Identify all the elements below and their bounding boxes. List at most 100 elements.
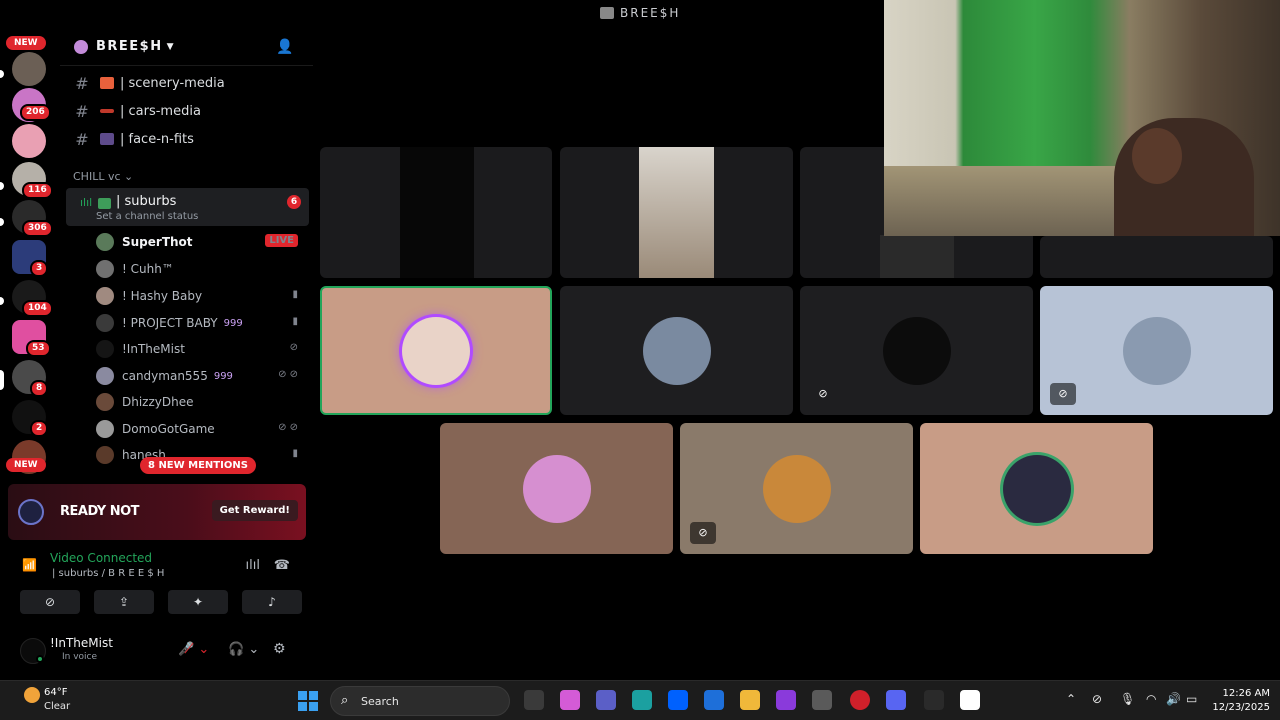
edge-icon[interactable] <box>632 690 652 710</box>
video-tile-speaking[interactable] <box>320 286 552 415</box>
voice-user[interactable]: candyman555 999 ⊘ ⊘ <box>96 366 306 386</box>
battery-icon[interactable]: ▭ <box>1186 692 1197 706</box>
voice-user[interactable]: ! PROJECT BABY 999 ▮ <box>96 313 306 333</box>
voice-channel-name: | suburbs <box>116 194 177 209</box>
new-badge-bottom[interactable]: NEW <box>6 458 46 472</box>
game-icon <box>18 499 44 525</box>
person-head <box>1132 128 1182 184</box>
voice-user-name: ! Hashy Baby <box>122 289 203 303</box>
weather-icon[interactable] <box>24 687 40 703</box>
mic-muted-icon[interactable]: 🎤̸ ⌄ <box>178 642 209 657</box>
voice-user[interactable]: ! Hashy Baby ▮ <box>96 286 306 306</box>
avatar <box>1002 454 1071 523</box>
voice-status[interactable]: Video Connected <box>50 551 152 565</box>
add-member-icon[interactable]: 👤 <box>276 39 295 55</box>
capcut-icon[interactable] <box>960 690 980 710</box>
video-tile[interactable] <box>560 147 793 278</box>
server-icon[interactable] <box>12 124 46 158</box>
start-button[interactable] <box>298 691 318 711</box>
hash-icon: # <box>75 73 89 93</box>
clipchamp-icon[interactable] <box>776 690 796 710</box>
settings-app-icon[interactable] <box>924 690 944 710</box>
category-chill-vc[interactable]: CHILL vc ⌄ <box>73 170 133 183</box>
channel-name: | scenery-media <box>120 75 225 91</box>
video-tile[interactable] <box>920 423 1153 554</box>
voice-user[interactable]: ! Cuhh™ <box>96 259 306 279</box>
disconnect-icon[interactable]: ☎ <box>274 558 290 573</box>
volume-icon[interactable]: 🔊 <box>1166 692 1181 706</box>
voice-user[interactable]: DomoGotGame ⊘ ⊘ <box>96 419 306 439</box>
muted-deafened-icon: ⊘ ⊘ <box>278 422 298 433</box>
soundboard-button[interactable]: ♪ <box>242 590 302 614</box>
channel-cars-media[interactable]: # | cars-media <box>60 98 313 124</box>
chevron-up-icon[interactable]: ⌃ <box>1066 692 1076 706</box>
teams-icon[interactable] <box>596 690 616 710</box>
discord-window: BREE$H NEW 206 116 306 3 104 53 8 2 NEW … <box>0 0 1280 720</box>
copilot-icon[interactable] <box>560 690 580 710</box>
video-tile[interactable] <box>440 423 673 554</box>
search-icon: ⌕ <box>341 693 349 708</box>
weather-temp[interactable]: 64°F <box>44 687 67 698</box>
person-icon <box>100 133 114 145</box>
video-tile[interactable] <box>560 286 793 415</box>
avatar <box>522 454 591 523</box>
user-count-badge: 6 <box>287 195 301 209</box>
camera-off-button[interactable]: ⊘ <box>20 590 80 614</box>
signal-icon[interactable]: 📶 <box>22 558 37 572</box>
network-off-icon[interactable]: ⊘ <box>1092 692 1102 706</box>
voice-user-name: !InTheMist <box>122 342 185 356</box>
server-header[interactable]: BREE$H ▼ 👤 <box>60 28 313 66</box>
dropbox-icon[interactable] <box>668 690 688 710</box>
user-name[interactable]: !InTheMist <box>50 636 113 650</box>
voice-channel-suburbs[interactable]: ılıl | suburbs Set a channel status 6 <box>66 188 309 226</box>
unread-indicator <box>0 182 4 190</box>
video-tile[interactable]: ⊘ <box>1040 286 1273 415</box>
avatar <box>882 316 951 385</box>
discord-icon[interactable] <box>886 690 906 710</box>
opera-icon[interactable] <box>850 690 870 710</box>
server-badge: 306 <box>22 220 53 237</box>
noise-suppression-icon[interactable]: ılıl <box>246 558 260 573</box>
taskbar-search[interactable]: ⌕ Search <box>330 686 510 716</box>
task-view-icon[interactable] <box>524 690 544 710</box>
server-icon[interactable] <box>12 52 46 86</box>
system-clock[interactable]: 12:26 AM 12/23/2025 <box>1212 687 1270 715</box>
voice-location[interactable]: | suburbs / B R E E $ H <box>52 568 164 579</box>
mic-muted-icon: ⊘ <box>818 387 828 400</box>
microphone-icon[interactable]: 🎙 <box>1120 692 1135 706</box>
file-explorer-icon[interactable] <box>740 690 760 710</box>
voice-user[interactable]: SuperThot LIVE <box>96 232 306 252</box>
new-badge-top[interactable]: NEW <box>6 36 46 50</box>
activities-button[interactable]: ✦ <box>168 590 228 614</box>
video-tile[interactable]: ⊘ <box>800 286 1033 415</box>
voice-user[interactable]: !InTheMist ⊘ <box>96 339 306 359</box>
gear-icon[interactable]: ⚙ <box>273 641 286 657</box>
video-tile[interactable] <box>320 147 552 278</box>
headphones-icon[interactable]: 🎧 ⌄ <box>228 642 259 657</box>
server-name: BREE$H <box>96 39 163 54</box>
new-mentions-badge[interactable]: 8 NEW MENTIONS <box>140 457 256 474</box>
outlook-icon[interactable] <box>704 690 724 710</box>
get-reward-button[interactable]: Get Reward! <box>211 500 298 521</box>
channel-scenery-media[interactable]: # | scenery-media <box>60 70 313 96</box>
channel-face-n-fits[interactable]: # | face-n-fits <box>60 126 313 152</box>
screen-share-button[interactable]: ⇪ <box>94 590 154 614</box>
voice-user-name: ! Cuhh™ <box>122 262 174 276</box>
wifi-icon[interactable]: ◠ <box>1146 692 1156 706</box>
channel-status[interactable]: Set a channel status <box>96 211 198 222</box>
voice-user-name: ! PROJECT BABY <box>122 316 218 330</box>
promo-banner[interactable]: READY NOT Get Reward! <box>8 484 306 540</box>
voice-user[interactable]: DhizzyDhee <box>96 392 306 412</box>
unread-indicator <box>0 70 4 78</box>
video-feed <box>880 235 954 278</box>
video-tile[interactable]: ⊘ <box>680 423 913 554</box>
video-tile[interactable] <box>1040 236 1273 278</box>
weather-condition[interactable]: Clear <box>44 701 70 712</box>
clock-time: 12:26 AM <box>1222 688 1270 699</box>
hash-icon: # <box>75 129 89 149</box>
camera-icon: ▮ <box>292 289 298 300</box>
avatar <box>96 233 114 251</box>
self-camera-feed[interactable] <box>884 0 1280 236</box>
camera-app-icon[interactable] <box>812 690 832 710</box>
server-badge: 206 <box>20 104 51 121</box>
